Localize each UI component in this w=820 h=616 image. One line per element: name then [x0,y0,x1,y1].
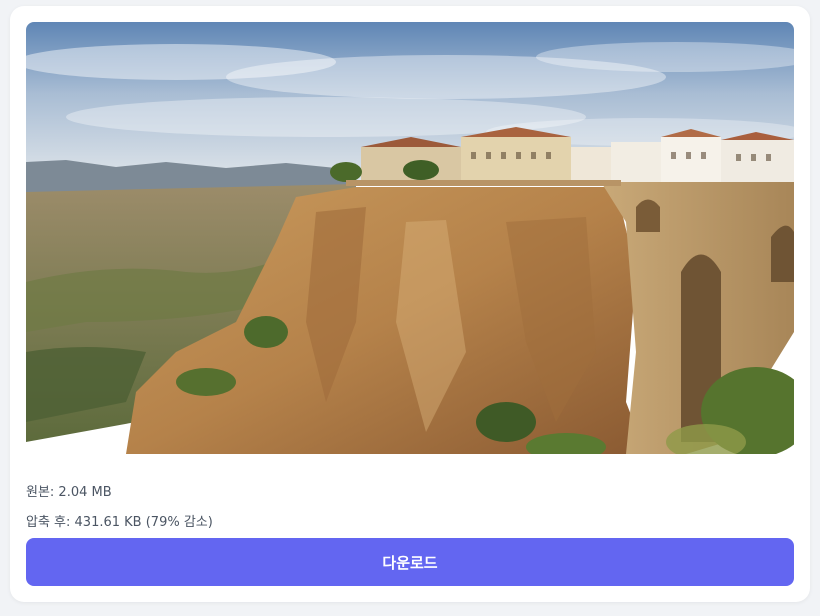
original-size-label: 원본: 2.04 MB [26,485,112,500]
compressed-image-preview [26,22,794,454]
compressed-size-label: 압축 후: 431.61 KB (79% 감소) [26,515,213,530]
download-button[interactable]: 다운로드 [26,538,794,586]
result-card: 원본: 2.04 MB 압축 후: 431.61 KB (79% 감소) 다운로… [10,6,810,602]
